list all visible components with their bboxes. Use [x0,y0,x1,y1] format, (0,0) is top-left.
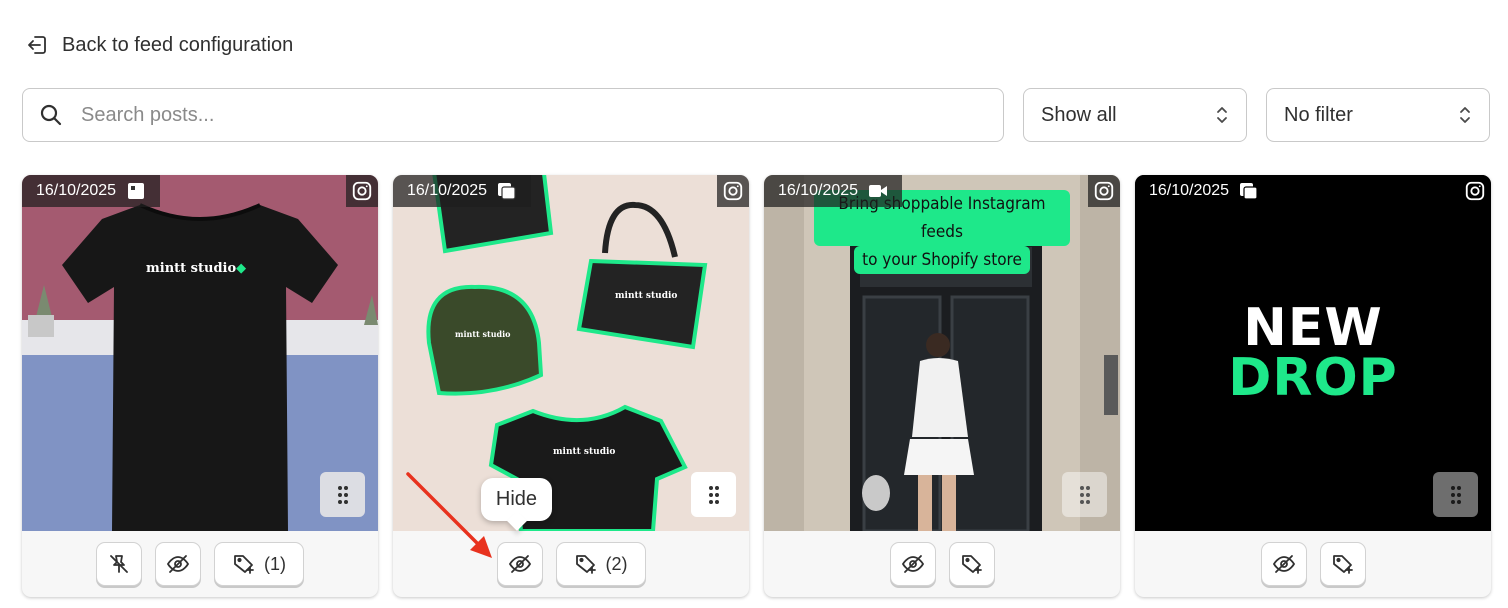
post-actions [1135,531,1491,597]
new-drop-graphic: NEW DROP [1135,298,1491,408]
search-input[interactable] [81,103,961,127]
exit-icon [28,36,46,54]
show-select-value: Show all [1041,103,1117,126]
post-date: 16/10/2025 [36,182,117,199]
eye-off-icon [166,555,190,573]
filter-select-value: No filter [1284,103,1353,126]
hide-button[interactable] [155,542,201,586]
tag-plus-icon [234,555,254,574]
post-image[interactable]: mintt studio◆ 16/10/2025 [22,175,378,531]
instagram-badge [1459,175,1491,207]
instagram-badge [717,175,749,207]
tag-products-button[interactable] [1319,542,1366,586]
post-image[interactable]: NEW DROP 16/10/2025 [1135,175,1491,531]
post-card: NEW DROP 16/10/2025 [1135,175,1491,597]
carousel-icon [498,183,516,200]
instagram-icon [723,181,743,201]
hide-button[interactable] [1260,542,1307,586]
drag-handle[interactable] [691,472,736,517]
drag-handle[interactable] [1433,472,1478,517]
filter-select[interactable]: No filter [1266,88,1490,142]
instagram-icon [1094,181,1114,201]
drag-dots-icon [1450,485,1461,504]
cap-brand-text: mintt studio [455,329,511,339]
post-actions: (1) [22,531,378,597]
post-date-badge: 16/10/2025 [1135,175,1274,207]
tag-products-button[interactable]: (2) [555,542,646,586]
annotation-arrow-icon [406,472,492,558]
drag-dots-icon [708,485,719,504]
tag-plus-icon [575,555,596,574]
instagram-badge [346,175,378,207]
search-box [22,88,1004,142]
tag-count: (1) [264,553,286,574]
chevron-updown-icon [1460,107,1470,123]
image-icon [128,183,145,199]
new-text: NEW [1243,298,1383,358]
post-date: 16/10/2025 [407,182,488,199]
drag-handle[interactable] [320,472,365,517]
drag-dots-icon [337,485,348,504]
caption-line-2: to your Shopify store [854,246,1030,274]
instagram-icon [1465,181,1485,201]
chevron-updown-icon [1217,107,1227,123]
post-date-badge: 16/10/2025 [22,175,161,207]
drop-text: DROP [1228,348,1398,408]
eye-off-icon [901,555,924,573]
show-select[interactable]: Show all [1023,88,1247,142]
back-to-feed-link[interactable]: Back to feed configuration [26,30,293,60]
shirt-brand-text: mintt studio◆ [146,261,247,276]
post-actions [764,531,1120,597]
tooltip-label: Hide [495,488,538,510]
post-date: 16/10/2025 [1149,182,1230,199]
tag-count: (2) [605,553,628,574]
post-video[interactable]: Bring shoppable Instagram feeds to your … [764,175,1120,531]
pin-off-icon [110,555,128,573]
tag-plus-icon [1332,555,1353,574]
hide-button[interactable] [496,542,543,586]
post-date: 16/10/2025 [778,182,859,199]
back-link-label: Back to feed configuration [62,33,294,56]
drag-dots-icon [1079,485,1090,504]
video-icon [869,185,888,197]
unpin-button[interactable] [96,542,142,586]
tag-products-button[interactable]: (1) [214,542,304,586]
tag-products-button[interactable] [948,542,995,586]
post-card: mintt studio◆ 16/10/2025 (1) [22,175,378,597]
instagram-icon [352,181,372,201]
drag-handle[interactable] [1062,472,1107,517]
eye-off-icon [1272,555,1295,573]
carousel-icon [1240,183,1258,200]
instagram-badge [1088,175,1120,207]
tshirt-brand-text: mintt studio [553,447,616,457]
search-icon [40,104,62,126]
post-date-badge: 16/10/2025 [393,175,532,207]
eye-off-icon [508,555,531,573]
tote-brand-text: mintt studio [615,291,678,301]
hide-button[interactable] [889,542,936,586]
post-card: Bring shoppable Instagram feeds to your … [764,175,1120,597]
post-date-badge: 16/10/2025 [764,175,903,207]
tag-plus-icon [961,555,982,574]
